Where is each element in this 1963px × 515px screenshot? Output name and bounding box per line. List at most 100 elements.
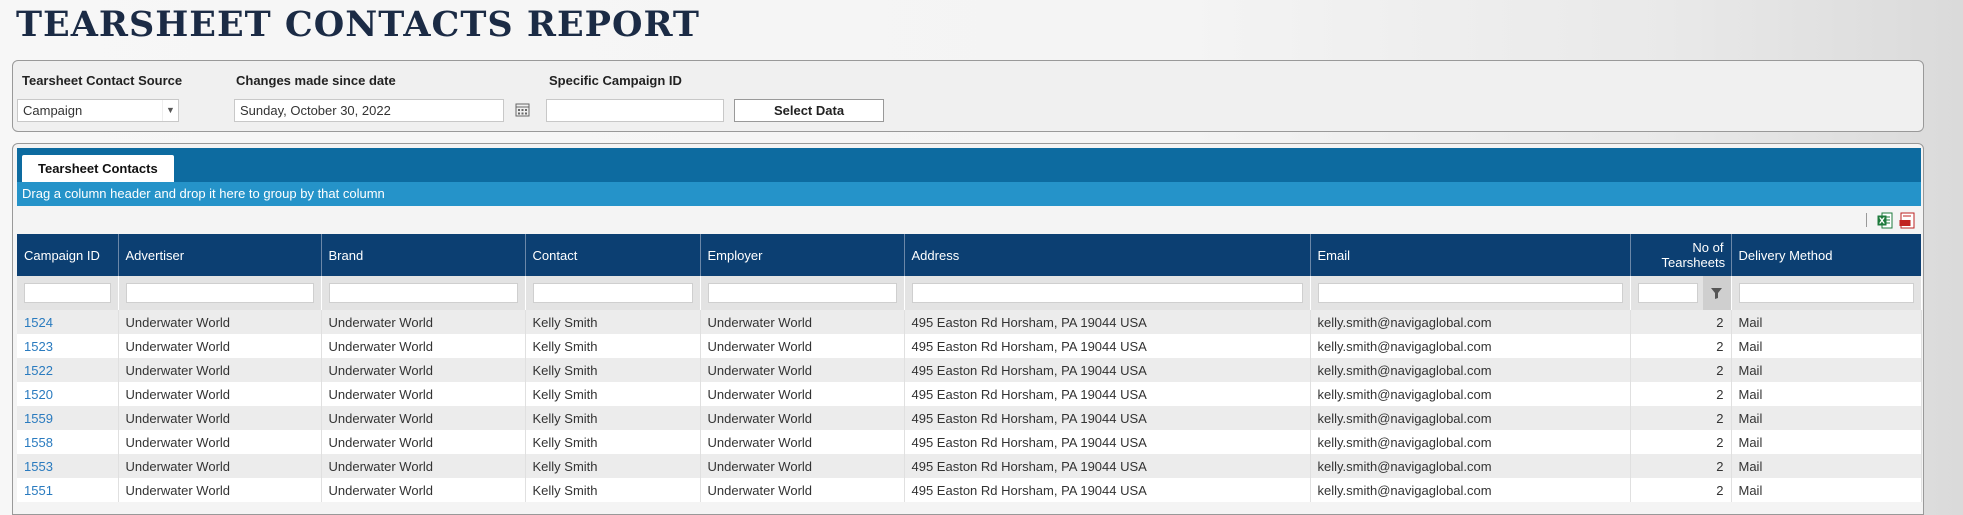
cell-employer: Underwater World <box>700 406 905 430</box>
filter-advertiser-input[interactable] <box>125 283 314 303</box>
cell-delivery-method: Mail <box>1731 454 1922 478</box>
cell-contact: Kelly Smith <box>525 382 701 406</box>
cell-tearsheets: 2 <box>1630 310 1732 334</box>
table-row[interactable]: 1551 Underwater World Underwater World Kell… <box>17 478 1922 502</box>
column-header-no-of-tearsheets-label: No of Tearsheets <box>1661 240 1726 270</box>
cell-tearsheets: 2 <box>1630 478 1732 502</box>
filter-employer-input[interactable] <box>707 283 897 303</box>
cell-contact: Kelly Smith <box>525 454 701 478</box>
cell-campaign-id[interactable]: 1558 <box>17 430 119 454</box>
cell-advertiser: Underwater World <box>118 358 322 382</box>
excel-export-icon[interactable]: X <box>1877 212 1893 229</box>
cell-delivery-method: Mail <box>1731 310 1922 334</box>
cell-advertiser: Underwater World <box>118 454 322 478</box>
cell-employer: Underwater World <box>700 358 905 382</box>
grid-panel: Tearsheet Contacts Drag a column header … <box>12 143 1924 515</box>
cell-brand: Underwater World <box>321 334 526 358</box>
cell-email: kelly.smith@navigaglobal.com <box>1310 334 1631 358</box>
filter-funnel-icon[interactable] <box>1702 276 1731 310</box>
table-row[interactable]: 1553 Underwater World Underwater World Kell… <box>17 454 1922 478</box>
cell-email: kelly.smith@navigaglobal.com <box>1310 478 1631 502</box>
column-header-no-of-tearsheets[interactable]: No of Tearsheets <box>1630 234 1732 276</box>
cell-brand: Underwater World <box>321 478 526 502</box>
cell-employer: Underwater World <box>700 382 905 406</box>
date-label: Changes made since date <box>236 73 396 88</box>
column-header-delivery-method[interactable]: Delivery Method <box>1731 234 1921 276</box>
calendar-icon[interactable] <box>515 102 530 117</box>
source-dropdown[interactable]: Campaign ▼ <box>17 99 179 122</box>
cell-email: kelly.smith@navigaglobal.com <box>1310 358 1631 382</box>
filter-brand-input[interactable] <box>328 283 518 303</box>
cell-tearsheets: 2 <box>1630 334 1732 358</box>
cell-contact: Kelly Smith <box>525 310 701 334</box>
cell-email: kelly.smith@navigaglobal.com <box>1310 310 1631 334</box>
tab-tearsheet-contacts[interactable]: Tearsheet Contacts <box>22 155 174 182</box>
cell-delivery-method: Mail <box>1731 406 1922 430</box>
column-header-employer[interactable]: Employer <box>700 234 905 276</box>
cell-campaign-id[interactable]: 1553 <box>17 454 119 478</box>
table-row[interactable]: 1559 Underwater World Underwater World Kell… <box>17 406 1922 430</box>
date-field[interactable]: Sunday, October 30, 2022 <box>234 99 504 122</box>
pdf-export-icon[interactable] <box>1899 212 1915 229</box>
table-row[interactable]: 1523 Underwater World Underwater World Kell… <box>17 334 1922 358</box>
contacts-table: Campaign ID Advertiser Brand Contact Emp… <box>17 234 1922 502</box>
cell-delivery-method: Mail <box>1731 478 1922 502</box>
cell-advertiser: Underwater World <box>118 430 322 454</box>
cell-campaign-id[interactable]: 1523 <box>17 334 119 358</box>
cell-brand: Underwater World <box>321 358 526 382</box>
cell-campaign-id[interactable]: 1559 <box>17 406 119 430</box>
cell-contact: Kelly Smith <box>525 406 701 430</box>
column-header-brand[interactable]: Brand <box>321 234 526 276</box>
tab-strip: Tearsheet Contacts <box>17 148 1921 182</box>
cell-address: 495 Easton Rd Horsham, PA 19044 USA <box>904 334 1311 358</box>
table-row[interactable]: 1524 Underwater World Underwater World Kell… <box>17 310 1922 334</box>
filter-email-input[interactable] <box>1317 283 1623 303</box>
contacts-grid: Campaign ID Advertiser Brand Contact Emp… <box>17 234 1922 502</box>
chevron-down-icon[interactable]: ▼ <box>162 100 178 121</box>
cell-advertiser: Underwater World <box>118 478 322 502</box>
table-row[interactable]: 1520 Underwater World Underwater World Kell… <box>17 382 1922 406</box>
cell-tearsheets: 2 <box>1630 430 1732 454</box>
cell-employer: Underwater World <box>700 454 905 478</box>
cell-brand: Underwater World <box>321 430 526 454</box>
cell-contact: Kelly Smith <box>525 430 701 454</box>
cell-advertiser: Underwater World <box>118 334 322 358</box>
group-by-bar[interactable]: Drag a column header and drop it here to… <box>17 182 1921 206</box>
filter-delivery-method-input[interactable] <box>1738 283 1914 303</box>
cell-brand: Underwater World <box>321 310 526 334</box>
cell-delivery-method: Mail <box>1731 382 1922 406</box>
campaign-id-input[interactable] <box>546 99 724 122</box>
campaign-id-label: Specific Campaign ID <box>549 73 682 88</box>
cell-email: kelly.smith@navigaglobal.com <box>1310 430 1631 454</box>
source-value: Campaign <box>23 103 83 118</box>
cell-campaign-id[interactable]: 1551 <box>17 478 119 502</box>
table-row[interactable]: 1522 Underwater World Underwater World Kell… <box>17 358 1922 382</box>
column-header-address[interactable]: Address <box>904 234 1311 276</box>
cell-employer: Underwater World <box>700 310 905 334</box>
cell-campaign-id[interactable]: 1524 <box>17 310 119 334</box>
cell-address: 495 Easton Rd Horsham, PA 19044 USA <box>904 406 1311 430</box>
column-header-email[interactable]: Email <box>1310 234 1631 276</box>
cell-email: kelly.smith@navigaglobal.com <box>1310 382 1631 406</box>
column-header-advertiser[interactable]: Advertiser <box>118 234 322 276</box>
cell-contact: Kelly Smith <box>525 358 701 382</box>
column-header-contact[interactable]: Contact <box>525 234 701 276</box>
cell-campaign-id[interactable]: 1520 <box>17 382 119 406</box>
cell-address: 495 Easton Rd Horsham, PA 19044 USA <box>904 358 1311 382</box>
filter-panel: Tearsheet Contact Source Campaign ▼ Chan… <box>12 60 1924 132</box>
select-data-button[interactable]: Select Data <box>734 99 884 122</box>
cell-delivery-method: Mail <box>1731 334 1922 358</box>
cell-email: kelly.smith@navigaglobal.com <box>1310 406 1631 430</box>
filter-contact-input[interactable] <box>532 283 693 303</box>
table-row[interactable]: 1558 Underwater World Underwater World Kell… <box>17 430 1922 454</box>
cell-campaign-id[interactable]: 1522 <box>17 358 119 382</box>
cell-delivery-method: Mail <box>1731 430 1922 454</box>
toolbar-divider <box>1866 213 1867 227</box>
filter-tearsheets-input[interactable] <box>1637 283 1698 303</box>
filter-address-input[interactable] <box>911 283 1303 303</box>
source-label: Tearsheet Contact Source <box>22 73 183 88</box>
filter-campaign-id-input[interactable] <box>24 283 111 303</box>
svg-text:X: X <box>1879 216 1886 225</box>
column-header-campaign-id[interactable]: Campaign ID <box>17 234 119 276</box>
cell-address: 495 Easton Rd Horsham, PA 19044 USA <box>904 430 1311 454</box>
